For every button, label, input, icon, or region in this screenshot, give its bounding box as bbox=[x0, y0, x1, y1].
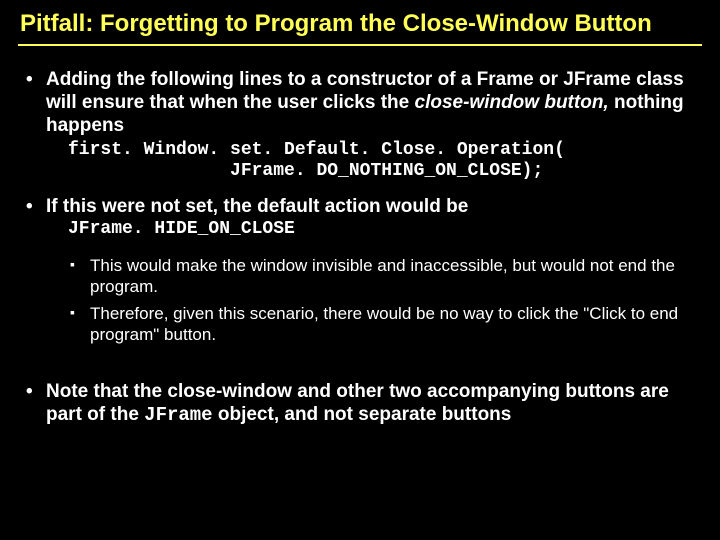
sub-bullet-list: This would make the window invisible and… bbox=[46, 255, 690, 346]
bullet-list: Adding the following lines to a construc… bbox=[18, 68, 702, 427]
bullet-3: Note that the close-window and other two… bbox=[24, 380, 690, 427]
bullet-3-text-b: object, and not separate buttons bbox=[213, 404, 512, 425]
slide-title: Pitfall: Forgetting to Program the Close… bbox=[18, 10, 702, 46]
bullet-2: If this were not set, the default action… bbox=[24, 195, 690, 345]
sub-bullet-2: Therefore, given this scenario, there wo… bbox=[70, 303, 690, 346]
bullet-1-text-b: close-window button, bbox=[415, 92, 609, 113]
slide: Pitfall: Forgetting to Program the Close… bbox=[0, 0, 720, 540]
bullet-2-text: If this were not set, the default action… bbox=[46, 196, 468, 217]
bullet-1: Adding the following lines to a construc… bbox=[24, 68, 690, 183]
code-block-2: JFrame. HIDE_ON_CLOSE bbox=[68, 219, 690, 241]
sub-bullet-1: This would make the window invisible and… bbox=[70, 255, 690, 298]
bullet-3-code: JFrame bbox=[144, 404, 212, 426]
code-block-1: first. Window. set. Default. Close. Oper… bbox=[68, 140, 690, 184]
